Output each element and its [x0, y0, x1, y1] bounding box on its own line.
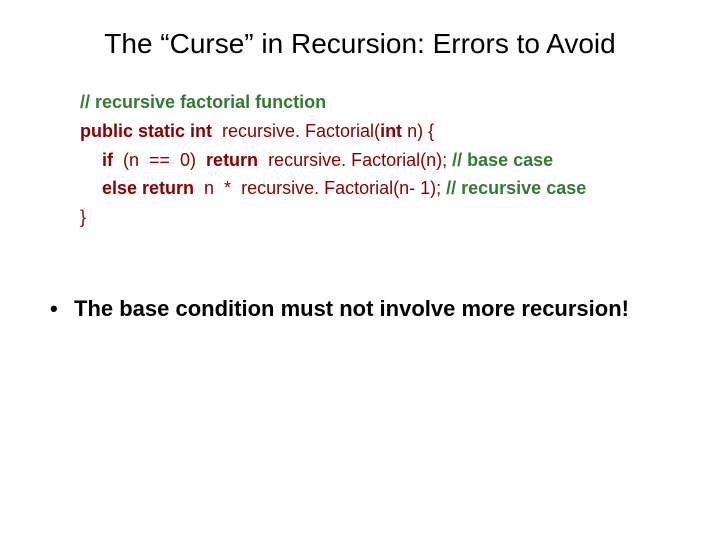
keyword-text: int: [380, 121, 402, 141]
keyword-text: else return: [102, 178, 194, 198]
code-text: n * recursive. Factorial(n- 1);: [194, 178, 446, 198]
code-line-2: public static int recursive. Factorial(i…: [80, 117, 680, 146]
bullet-marker: •: [50, 296, 74, 322]
code-text: (n == 0): [113, 150, 206, 170]
code-line-5: }: [80, 203, 680, 232]
code-text: n) {: [402, 121, 434, 141]
bullet-item: •The base condition must not involve mor…: [50, 296, 680, 322]
code-text: recursive. Factorial(: [212, 121, 380, 141]
keyword-text: public static int: [80, 121, 212, 141]
keyword-text: if: [102, 150, 113, 170]
code-line-4: else return n * recursive. Factorial(n- …: [80, 174, 680, 203]
code-text: }: [80, 207, 86, 227]
keyword-text: return: [206, 150, 258, 170]
slide: The “Curse” in Recursion: Errors to Avoi…: [0, 0, 720, 540]
code-block: // recursive factorial function public s…: [80, 88, 680, 232]
comment-text: // base case: [452, 150, 553, 170]
comment-text: // recursive case: [446, 178, 586, 198]
code-line-1: // recursive factorial function: [80, 88, 680, 117]
comment-text: // recursive factorial function: [80, 92, 326, 112]
code-line-3: if (n == 0) return recursive. Factorial(…: [80, 146, 680, 175]
code-text: recursive. Factorial(n);: [258, 150, 452, 170]
bullet-list: •The base condition must not involve mor…: [50, 296, 680, 322]
slide-title: The “Curse” in Recursion: Errors to Avoi…: [40, 28, 680, 60]
bullet-text: The base condition must not involve more…: [74, 296, 629, 321]
